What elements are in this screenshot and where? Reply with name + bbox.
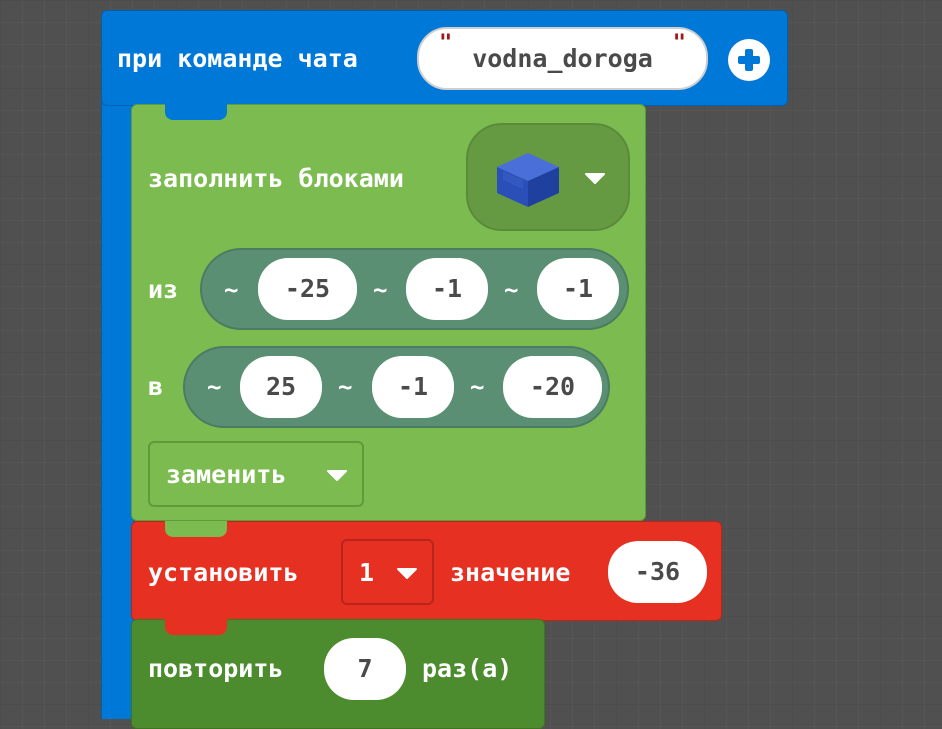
command-name-input[interactable]: " vodna_doroga " bbox=[417, 27, 708, 90]
fill-with-blocks-label: заполнить блоками bbox=[148, 164, 404, 193]
variable-value: 1 bbox=[359, 558, 375, 587]
to-y-value: -1 bbox=[397, 372, 429, 401]
to-z-input[interactable]: -20 bbox=[503, 356, 602, 418]
set-block-notch bbox=[165, 521, 227, 537]
from-y-value: -1 bbox=[431, 274, 463, 303]
from-z-tilde: ~ bbox=[504, 276, 519, 304]
to-x-input[interactable]: 25 bbox=[240, 356, 322, 418]
repeat-count-value: 7 bbox=[357, 654, 373, 683]
to-x-tilde: ~ bbox=[207, 373, 222, 401]
from-y-input[interactable]: -1 bbox=[406, 258, 488, 320]
to-z-value: -20 bbox=[529, 372, 576, 401]
repeat-block-notch bbox=[165, 619, 227, 635]
chevron-down-icon bbox=[397, 568, 417, 579]
set-value-number: -36 bbox=[634, 557, 681, 586]
from-x-value: -25 bbox=[284, 274, 331, 303]
close-quote-icon: " bbox=[672, 31, 686, 56]
fill-block-notch bbox=[165, 104, 227, 120]
chevron-down-icon bbox=[327, 470, 347, 481]
fill-mode-value: заменить bbox=[166, 460, 287, 489]
fill-mode-dropdown[interactable]: заменить bbox=[148, 441, 364, 507]
command-name-value: vodna_doroga bbox=[472, 44, 653, 73]
from-x-tilde: ~ bbox=[224, 276, 239, 304]
variable-dropdown[interactable]: 1 bbox=[341, 539, 434, 605]
plus-circle-icon[interactable] bbox=[726, 37, 772, 83]
from-z-input[interactable]: -1 bbox=[537, 258, 619, 320]
blue-block-icon bbox=[497, 153, 559, 207]
to-x-value: 25 bbox=[265, 372, 297, 401]
event-block-arm bbox=[101, 100, 133, 719]
to-z-tilde: ~ bbox=[470, 373, 485, 401]
set-label: установить bbox=[148, 558, 299, 587]
open-quote-icon: " bbox=[439, 31, 453, 56]
to-y-input[interactable]: -1 bbox=[372, 356, 454, 418]
to-label: в bbox=[148, 372, 164, 401]
to-y-tilde: ~ bbox=[338, 373, 353, 401]
block-type-dropdown[interactable] bbox=[466, 123, 630, 231]
value-label: значение bbox=[450, 558, 571, 587]
chevron-down-icon bbox=[585, 173, 605, 184]
set-value-input[interactable]: -36 bbox=[608, 541, 707, 603]
from-label: из bbox=[148, 275, 179, 304]
from-y-tilde: ~ bbox=[373, 276, 388, 304]
from-x-input[interactable]: -25 bbox=[258, 258, 357, 320]
repeat-label: повторить bbox=[148, 654, 284, 683]
from-z-value: -1 bbox=[562, 274, 594, 303]
repeat-suffix-label: раз(а) bbox=[422, 654, 513, 683]
repeat-count-input[interactable]: 7 bbox=[324, 638, 406, 700]
on-chat-command-label: при команде чата bbox=[117, 44, 358, 73]
